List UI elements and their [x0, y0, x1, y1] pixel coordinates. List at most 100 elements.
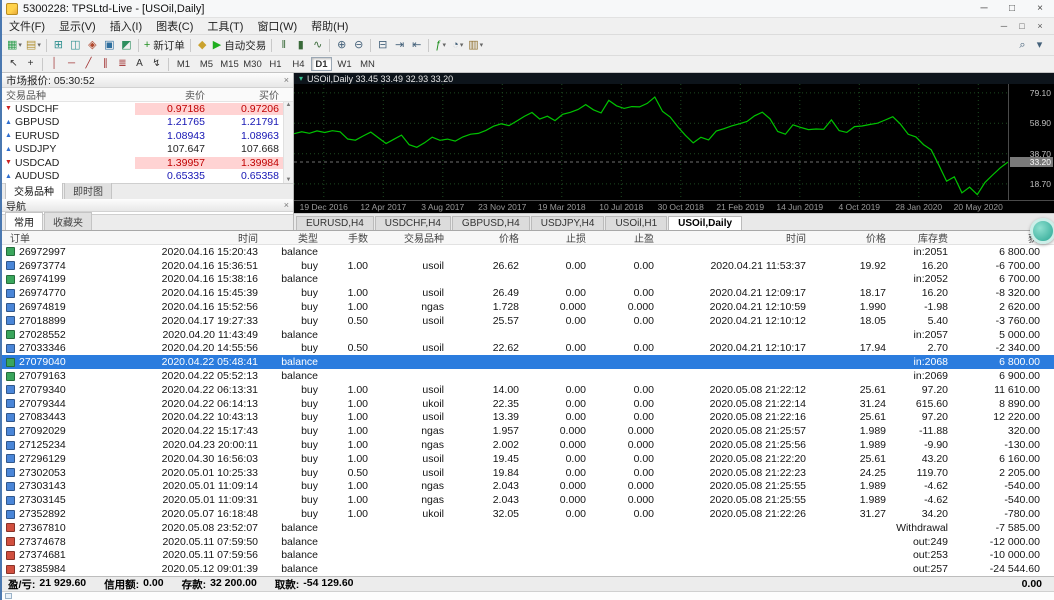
- terminal-column-8[interactable]: 时间: [660, 230, 812, 245]
- toolbar-profiles-button[interactable]: ▤ ▾: [24, 37, 43, 54]
- market-watch-close-icon[interactable]: ×: [284, 75, 289, 85]
- terminal-column-7[interactable]: 止盈: [592, 230, 660, 245]
- market-watch-tab-symbols[interactable]: 交易品种: [5, 181, 63, 199]
- history-row-27125234[interactable]: 27125234 2020.04.23 20:00:11 buy 1.00 ngas 2.…: [2, 438, 1054, 452]
- terminal-column-4[interactable]: 交易品种: [374, 230, 450, 245]
- history-row-27303145[interactable]: 27303145 2020.05.01 11:09:31 buy 1.00 ngas 2.…: [2, 493, 1054, 507]
- market-watch-row-usdcad[interactable]: ▼ USDCAD 1.39957 1.39984: [2, 156, 283, 170]
- market-watch-column-header-2[interactable]: 买价: [209, 87, 283, 102]
- history-row-27303143[interactable]: 27303143 2020.05.01 11:09:14 buy 1.00 ngas 2.…: [2, 480, 1054, 494]
- market-watch-row-usdchf[interactable]: ▼ USDCHF 0.97186 0.97206: [2, 102, 283, 116]
- chart-tab-usdchf-h4[interactable]: USDCHF,H4: [374, 216, 451, 230]
- chart-price-axis[interactable]: 79.10 58.90 38.70 18.70 33.20: [1008, 84, 1054, 200]
- toolbar-vertical-line-button[interactable]: │: [46, 56, 63, 73]
- toolbar-arrow-objects-button[interactable]: ↯: [148, 56, 165, 73]
- close-button[interactable]: ×: [1026, 0, 1054, 17]
- minimize-button[interactable]: ─: [970, 0, 998, 17]
- terminal-column-2[interactable]: 类型: [264, 230, 324, 245]
- toolbar-cursor-button[interactable]: ↖: [5, 56, 22, 73]
- toolbar-zoom-in-button[interactable]: ⊕: [333, 37, 350, 54]
- market-watch-row-gbpusd[interactable]: ▲ GBPUSD 1.21765 1.21791: [2, 116, 283, 130]
- market-watch-tab-tick-chart[interactable]: 即时图: [64, 181, 112, 199]
- toolbar-tile-windows-button[interactable]: ⊟: [374, 37, 391, 54]
- chart-restore-button[interactable]: □: [1013, 21, 1031, 31]
- history-row-27079163[interactable]: 27079163 2020.04.22 05:52:13 balance in:206…: [2, 369, 1054, 383]
- history-row-26972997[interactable]: 26972997 2020.04.16 15:20:43 balance in:205…: [2, 245, 1054, 259]
- history-row-27092029[interactable]: 27092029 2020.04.22 15:17:43 buy 1.00 ngas 1.…: [2, 424, 1054, 438]
- menu-item-view[interactable]: 显示(V): [52, 18, 103, 34]
- timeframe-d1-button[interactable]: D1: [311, 57, 332, 71]
- terminal-column-0[interactable]: 订单: [2, 230, 102, 245]
- terminal-column-3[interactable]: 手数: [324, 230, 374, 245]
- toolbar-bar-chart-button[interactable]: ‖: [275, 37, 292, 54]
- history-row-27302053[interactable]: 27302053 2020.05.01 10:25:33 buy 0.50 usoil 1…: [2, 466, 1054, 480]
- chart-tab-usdjpy-h4[interactable]: USDJPY,H4: [530, 216, 605, 230]
- timeframe-m15-button[interactable]: M15: [219, 57, 240, 71]
- history-row-26974770[interactable]: 26974770 2020.04.16 15:45:39 buy 1.00 usoil 2…: [2, 286, 1054, 300]
- market-watch-column-header-1[interactable]: 卖价: [135, 87, 209, 102]
- history-row-26974819[interactable]: 26974819 2020.04.16 15:52:56 buy 1.00 ngas 1.…: [2, 300, 1054, 314]
- history-row-27367810[interactable]: 27367810 2020.05.08 23:52:07 balance Withdr…: [2, 521, 1054, 535]
- menu-item-help[interactable]: 帮助(H): [304, 18, 355, 34]
- toolbar-new-chart-button[interactable]: ▦ ▾: [5, 37, 24, 54]
- toolbar-search-button[interactable]: ⌕: [1014, 37, 1031, 54]
- menu-item-charts[interactable]: 图表(C): [149, 18, 200, 34]
- history-row-27079344[interactable]: 27079344 2020.04.22 06:14:13 buy 1.00 ukoil 2…: [2, 397, 1054, 411]
- timeframe-mn-button[interactable]: MN: [357, 57, 378, 71]
- toolbar-navigator-button[interactable]: ◈: [84, 37, 101, 54]
- history-row-27374678[interactable]: 27374678 2020.05.11 07:59:50 balance out:24…: [2, 535, 1054, 549]
- market-watch-row-eurusd[interactable]: ▲ EURUSD 1.08943 1.08963: [2, 129, 283, 143]
- navigator-tab-common[interactable]: 常用: [5, 212, 43, 230]
- toolbar-toolbars-more-button[interactable]: ▾: [1031, 37, 1048, 54]
- menu-item-file[interactable]: 文件(F): [2, 18, 52, 34]
- navigator-close-icon[interactable]: ×: [284, 200, 289, 210]
- maximize-button[interactable]: □: [998, 0, 1026, 17]
- toolbar-data-window-button[interactable]: ◫: [67, 37, 84, 54]
- menu-item-window[interactable]: 窗口(W): [250, 18, 304, 34]
- history-row-26973774[interactable]: 26973774 2020.04.16 15:36:51 buy 1.00 usoil 2…: [2, 259, 1054, 273]
- market-watch-column-header-0[interactable]: 交易品种: [2, 87, 135, 102]
- terminal-column-6[interactable]: 止损: [525, 230, 592, 245]
- toolbar-zoom-out-button[interactable]: ⊖: [350, 37, 367, 54]
- toolbar-autotrading-button[interactable]: ▶ 自动交易: [211, 37, 268, 54]
- toolbar-channel-button[interactable]: ∥: [97, 56, 114, 73]
- toolbar-templates-button[interactable]: ▥ ▾: [466, 37, 485, 54]
- timeframe-m5-button[interactable]: M5: [196, 57, 217, 71]
- chart-minimize-button[interactable]: ─: [995, 21, 1013, 31]
- toolbar-line-chart-button[interactable]: ∿: [309, 37, 326, 54]
- terminal-column-1[interactable]: 时间: [102, 230, 264, 245]
- chart-tab-eurusd-h4[interactable]: EURUSD,H4: [296, 216, 374, 230]
- menu-item-tools[interactable]: 工具(T): [200, 18, 250, 34]
- market-watch-row-usdjpy[interactable]: ▲ USDJPY 107.647 107.668: [2, 143, 283, 157]
- terminal-column-9[interactable]: 价格: [812, 230, 892, 245]
- timeframe-h1-button[interactable]: H1: [265, 57, 286, 71]
- taskbar-app-icon[interactable]: [5, 593, 12, 599]
- floating-assistant-button[interactable]: [1030, 218, 1054, 244]
- history-row-27018899[interactable]: 27018899 2020.04.17 19:27:33 buy 0.50 usoil 2…: [2, 314, 1054, 328]
- history-row-26974199[interactable]: 26974199 2020.04.16 15:38:16 balance in:205…: [2, 273, 1054, 287]
- toolbar-new-order-button[interactable]: + 新订单: [142, 37, 187, 54]
- market-watch-scrollbar[interactable]: ▲ ▼: [283, 102, 293, 183]
- history-row-27028552[interactable]: 27028552 2020.04.20 11:43:49 balance in:205…: [2, 328, 1054, 342]
- toolbar-horizontal-line-button[interactable]: ─: [63, 56, 80, 73]
- chart-plot[interactable]: [294, 84, 1008, 200]
- timeframe-m1-button[interactable]: M1: [173, 57, 194, 71]
- terminal-column-5[interactable]: 价格: [450, 230, 525, 245]
- history-row-27079040[interactable]: 27079040 2020.04.22 05:48:41 balance in:206…: [2, 355, 1054, 370]
- chart-date-axis[interactable]: 19 Dec 2016 12 Apr 2017 3 Aug 2017 23 Nov 2…: [294, 201, 1008, 213]
- navigator-tab-favorites[interactable]: 收藏夹: [44, 212, 92, 230]
- chart-tab-usoil-daily[interactable]: USOil,Daily: [668, 216, 743, 230]
- chart-tab-usoil-h1[interactable]: USOil,H1: [605, 216, 668, 230]
- toolbar-trendline-button[interactable]: ╱: [80, 56, 97, 73]
- toolbar-chart-shift-button[interactable]: ⇤: [408, 37, 425, 54]
- chart-close-button[interactable]: ×: [1031, 21, 1049, 31]
- timeframe-m30-button[interactable]: M30: [242, 57, 263, 71]
- toolbar-strategy-tester-button[interactable]: ◩: [118, 37, 135, 54]
- timeframe-w1-button[interactable]: W1: [334, 57, 355, 71]
- history-row-27083443[interactable]: 27083443 2020.04.22 10:43:13 buy 1.00 usoil 1…: [2, 411, 1054, 425]
- scroll-down-icon[interactable]: ▼: [286, 177, 292, 183]
- market-watch-row-audusd[interactable]: ▲ AUDUSD 0.65335 0.65358: [2, 170, 283, 184]
- history-row-27033346[interactable]: 27033346 2020.04.20 14:55:56 buy 0.50 usoil 2…: [2, 342, 1054, 356]
- history-row-27385984[interactable]: 27385984 2020.05.12 09:01:39 balance out:25…: [2, 562, 1054, 576]
- toolbar-periods-button[interactable]: ◔ ▾: [449, 37, 466, 54]
